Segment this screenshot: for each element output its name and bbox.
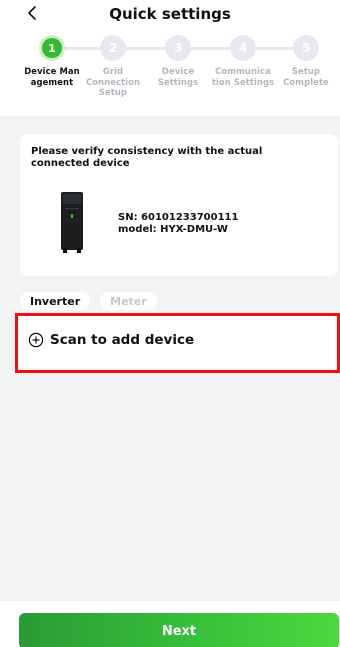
plus-circle-icon [28,332,44,348]
step-4-label: Communica tion Settings [211,66,275,87]
page-title: Quick settings [109,5,231,23]
step-2-label: Grid Connection Setup [85,66,141,97]
device-model: model: HYX-DMU-W [118,224,228,235]
step-1-indicator: 1 [39,35,65,61]
step-1-label: Device Man agement [24,66,80,87]
verify-message: Please verify consistency with the actua… [31,146,263,169]
step-5-indicator: 5 [293,35,319,61]
step-4-indicator: 4 [230,35,256,61]
tab-meter[interactable]: Meter [100,292,157,310]
header-bar: Quick settings [0,0,340,28]
step-3: 3 Device Settings [146,35,210,87]
device-card: Please verify consistency with the actua… [20,134,338,276]
scan-label: Scan to add device [50,332,195,348]
step-5-label: Setup Complete [283,66,329,87]
step-4: 4 Communica tion Settings [211,35,275,87]
step-3-indicator: 3 [165,35,191,61]
step-2-indicator: 2 [100,35,126,61]
scan-row: Scan to add device [28,332,194,348]
main-content: Please verify consistency with the actua… [0,116,340,601]
scan-to-add-button[interactable]: Scan to add device [18,316,338,368]
footer: Next [0,601,340,647]
device-info: SN: 60101233700111 model: HYX-DMU-W [118,212,238,236]
tab-inverter[interactable]: Inverter [20,292,91,310]
step-progress: 1 Device Man agement 2 Grid Connection S… [0,30,340,114]
next-button[interactable]: Next [19,613,339,647]
device-image [61,192,83,253]
step-3-label: Device Settings [157,66,199,87]
step-2: 2 Grid Connection Setup [81,35,145,98]
device-type-tabs: Inverter Meter [20,292,157,310]
step-1: 1 Device Man agement [20,35,84,87]
device-sn: SN: 60101233700111 [118,212,239,223]
step-5: 5 Setup Complete [274,35,338,87]
